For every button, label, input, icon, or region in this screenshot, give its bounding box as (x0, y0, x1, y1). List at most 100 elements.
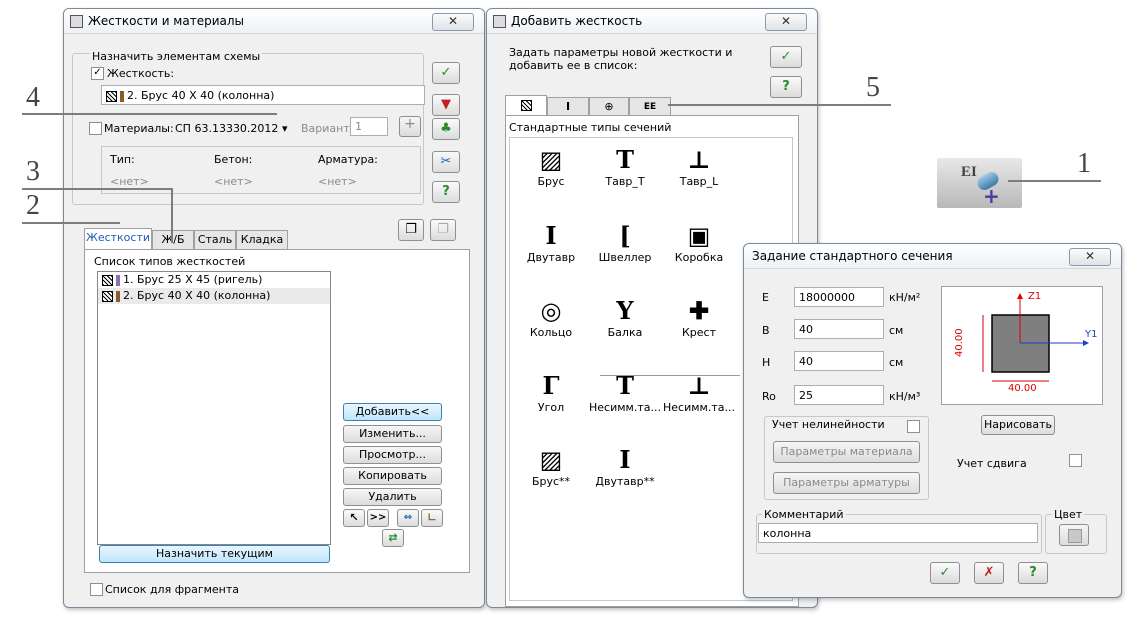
material-params-button[interactable]: Параметры материала (773, 441, 920, 463)
help-button[interactable]: ? (1018, 562, 1048, 584)
list-item[interactable]: 1. Брус 25 X 45 (ригель) (98, 272, 330, 288)
close-button[interactable]: ✕ (1069, 248, 1111, 266)
copy-button[interactable]: Копировать (343, 467, 442, 485)
color-button[interactable] (1059, 524, 1089, 546)
section-krest[interactable]: ✚ Крест (663, 296, 735, 339)
section-label: Швеллер (598, 251, 652, 264)
section-asym-tee-l[interactable]: ⊥ Несимм.та... (663, 371, 735, 414)
stiffness-value: 2. Брус 40 X 40 (колонна) (127, 89, 275, 102)
tab-steel[interactable]: Сталь (194, 230, 236, 249)
section-label: Несимм.та... (663, 401, 735, 414)
section-balka[interactable]: Y Балка (589, 296, 661, 339)
cancel-button[interactable]: ✗ (974, 562, 1004, 584)
rebar-params-label: Параметры арматуры (783, 476, 910, 489)
brush-button[interactable]: ♣ (432, 118, 460, 140)
stiffness-list[interactable]: 1. Брус 25 X 45 (ригель) 2. Брус 40 X 40… (97, 271, 331, 545)
add-variant-button[interactable]: + (399, 116, 421, 137)
section-tavr-t[interactable]: T Тавр_Т (589, 145, 661, 188)
help-button[interactable]: ? (432, 181, 460, 203)
section-shveller[interactable]: [Швеллер (589, 221, 661, 264)
add-stiffness-icon[interactable]: EI + (937, 158, 1022, 208)
param-h-input[interactable]: 40 (794, 351, 884, 371)
stiffness-label: Жесткость: (107, 67, 175, 80)
edit-button-label: Изменить... (359, 427, 426, 440)
select-arrow-button[interactable]: ↖ (343, 509, 365, 527)
param-b-input[interactable]: 40 (794, 319, 884, 339)
fragment-label: Список для фрагмента (105, 583, 240, 596)
dimension-button[interactable]: ⇔ (397, 509, 419, 527)
materials-table: Тип: Бетон: Арматура: <нет> <нет> <нет> (101, 146, 421, 194)
section-brus2[interactable]: ▨ Брус** (515, 445, 587, 488)
delete-button-label: Удалить (368, 490, 417, 503)
callout-2-line (22, 222, 120, 224)
copy-doc-button[interactable]: ❐ (398, 219, 424, 241)
close-button[interactable]: ✕ (432, 13, 474, 31)
tab-masonry[interactable]: Кладка (236, 230, 288, 249)
variant-field[interactable]: 1 (350, 117, 388, 136)
nonlinear-checkbox[interactable] (907, 420, 920, 433)
axis-z-label: Z1 (1028, 291, 1042, 302)
help-button[interactable]: ? (770, 76, 802, 98)
comment-label: Комментарий (762, 508, 846, 521)
section-tavr-l[interactable]: ⊥ Тавр_L (663, 145, 735, 188)
titlebar: Жесткости и материалы ✕ (64, 9, 484, 34)
swap-button[interactable]: ⇄ (382, 529, 404, 547)
list-item[interactable]: 2. Брус 40 X 40 (колонна) (98, 288, 330, 304)
table-cell-type: <нет> (110, 175, 149, 188)
tab-circle[interactable]: ⊕ (589, 97, 629, 116)
fragment-checkbox[interactable] (90, 583, 103, 596)
tab-hatch[interactable] (505, 95, 547, 116)
edit-button[interactable]: Изменить... (343, 425, 442, 443)
expand-button[interactable]: >> (367, 509, 389, 527)
titlebar: Задание стандартного сечения ✕ (744, 244, 1121, 269)
section-dvutavr[interactable]: I Двутавр (515, 221, 587, 264)
stiffness-checkbox[interactable]: ✓ (91, 67, 104, 80)
callout-3-line (22, 188, 172, 190)
close-button[interactable]: ✕ (765, 13, 807, 31)
section-asym-tee[interactable]: T Несимм.та... (589, 371, 661, 414)
section-brus[interactable]: ▨ Брус (515, 145, 587, 188)
rebar-params-button[interactable]: Параметры арматуры (773, 472, 920, 494)
i-section-icon: I (545, 221, 557, 250)
tab-rc[interactable]: Ж/Б (152, 230, 194, 249)
tab-ibeam[interactable]: I (547, 97, 589, 116)
callout-2: 2 (26, 190, 40, 221)
scissors-button[interactable]: ✂ (432, 151, 460, 173)
add-button[interactable]: Добавить<< (343, 403, 442, 421)
filter-button[interactable]: ▼ (432, 94, 460, 116)
section-preview: Z1 Y1 40.00 40.00 (941, 286, 1103, 405)
materials-checkbox[interactable] (89, 122, 102, 135)
section-ugol[interactable]: Γ Угол (515, 371, 587, 414)
window-title: Задание стандартного сечения (752, 249, 953, 263)
param-e-input[interactable]: 18000000 (794, 287, 884, 307)
assign-current-button[interactable]: Назначить текущим (99, 545, 330, 563)
section-dvutavr2[interactable]: I Двутавр** (589, 445, 661, 488)
box-section-icon: ▣ (687, 221, 711, 250)
titlebar: Добавить жесткость ✕ (487, 9, 817, 34)
ok-button[interactable]: ✓ (930, 562, 960, 584)
tab-ee[interactable]: EE (629, 97, 671, 116)
paste-button[interactable]: ❐ (430, 219, 456, 241)
section-korobka[interactable]: ▣ Коробка (663, 221, 735, 264)
delete-button[interactable]: Удалить (343, 488, 442, 506)
tab-stiffness[interactable]: Жесткости (84, 228, 152, 249)
variant-label: Вариант (301, 122, 350, 135)
draw-button[interactable]: Нарисовать (981, 415, 1055, 435)
param-ro-input[interactable]: 25 (794, 385, 884, 405)
comment-input[interactable]: колонна (758, 523, 1038, 543)
hatch-icon (102, 290, 113, 302)
app-icon (493, 15, 506, 28)
shear-checkbox[interactable] (1069, 454, 1082, 467)
view-button[interactable]: Просмотр... (343, 446, 442, 464)
apply-check-button[interactable]: ✓ (432, 62, 460, 84)
table-header-concrete: Бетон: (214, 153, 253, 166)
stiffness-field[interactable]: 2. Брус 40 X 40 (колонна) (101, 85, 425, 105)
section-koltso[interactable]: ◎ Кольцо (515, 296, 587, 339)
param-name-ro: Ro (762, 390, 776, 403)
apply-check-button[interactable]: ✓ (770, 46, 802, 68)
hatch-icon (520, 99, 532, 111)
materials-select[interactable]: СП 63.13330.2012 ▾ (175, 122, 287, 135)
param-ro-value: 25 (799, 389, 813, 402)
color-swatch (120, 90, 124, 102)
axes-button[interactable]: ∟ (421, 509, 443, 527)
